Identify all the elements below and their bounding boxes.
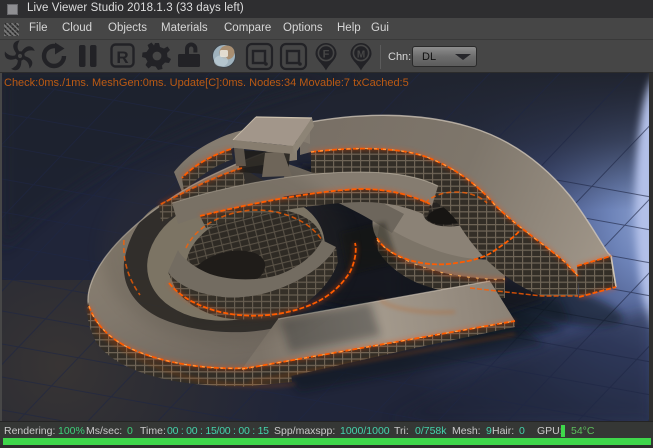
svg-text:F: F	[323, 49, 330, 61]
svg-text:R: R	[116, 48, 128, 67]
svg-text:M: M	[357, 50, 365, 61]
